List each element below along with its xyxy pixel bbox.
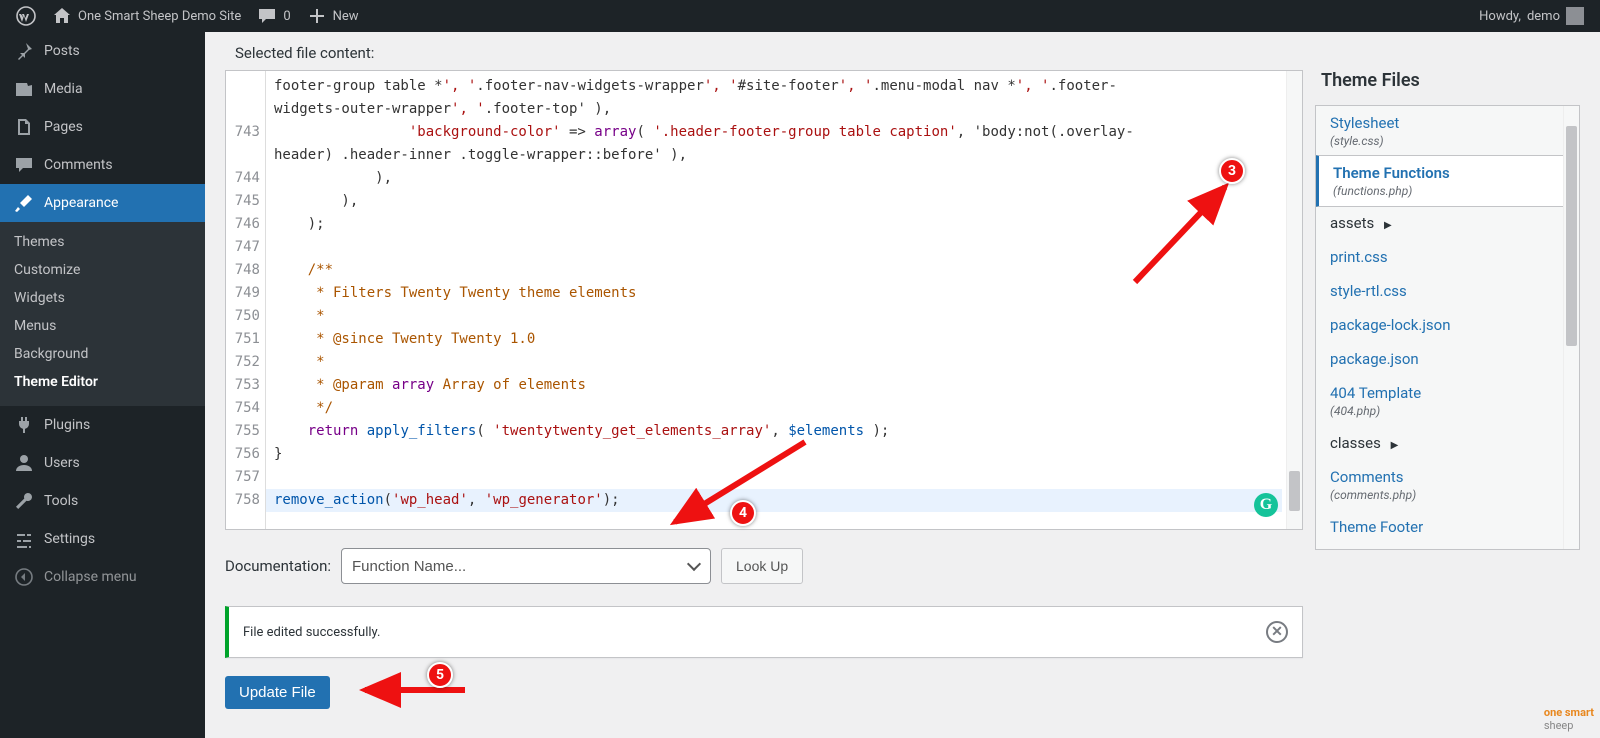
update-file-button[interactable]: Update File	[225, 676, 330, 709]
sub-item-widgets[interactable]: Widgets	[0, 284, 205, 312]
appearance-submenu: Themes Customize Widgets Menus Backgroun…	[0, 222, 205, 406]
sidebar-item-label: Users	[44, 455, 194, 471]
file-item-package-json[interactable]: package.json	[1316, 342, 1579, 376]
sidebar-item-label: Collapse menu	[44, 569, 194, 585]
sidebar-item-users[interactable]: Users	[0, 444, 205, 482]
file-item-assets[interactable]: assets ▶	[1316, 206, 1579, 240]
sub-item-customize[interactable]: Customize	[0, 256, 205, 284]
howdy[interactable]: Howdy, demo	[1471, 0, 1592, 32]
sidebar-item-label: Plugins	[44, 417, 194, 433]
sidebar-item-collapse[interactable]: Collapse menu	[0, 558, 205, 596]
grammarly-badge[interactable]: G	[1254, 493, 1278, 517]
file-item-print-css[interactable]: print.css	[1316, 240, 1579, 274]
howdy-user: demo	[1527, 9, 1560, 24]
editor-scrollbar[interactable]	[1286, 71, 1302, 529]
new-label: New	[333, 9, 359, 24]
sidebar-item-posts[interactable]: Posts	[0, 32, 205, 70]
sub-item-background[interactable]: Background	[0, 340, 205, 368]
files-scrollbar[interactable]	[1563, 106, 1579, 549]
annotation-badge-5: 5	[427, 662, 453, 688]
home-icon	[52, 6, 72, 26]
sliders-icon	[14, 529, 34, 549]
site-home[interactable]: One Smart Sheep Demo Site	[44, 0, 249, 32]
admin-sidebar: Posts Media Pages Comments Appearance Th…	[0, 32, 205, 738]
selected-file-heading: Selected file content:	[225, 32, 1580, 70]
sidebar-item-tools[interactable]: Tools	[0, 482, 205, 520]
site-name: One Smart Sheep Demo Site	[78, 9, 241, 24]
sub-item-menus[interactable]: Menus	[0, 312, 205, 340]
avatar	[1566, 7, 1584, 25]
wrench-icon	[14, 491, 34, 511]
annotation-badge-3: 3	[1219, 158, 1245, 184]
sidebar-item-plugins[interactable]: Plugins	[0, 406, 205, 444]
chevron-right-icon: ▶	[1391, 440, 1399, 451]
theme-files-heading: Theme Files	[1315, 70, 1580, 105]
sidebar-item-label: Pages	[44, 119, 194, 135]
comments-bubble[interactable]: 0	[249, 0, 298, 32]
sub-item-themes[interactable]: Themes	[0, 228, 205, 256]
pages-icon	[14, 117, 34, 137]
chevron-right-icon: ▶	[1384, 220, 1392, 231]
plug-icon	[14, 415, 34, 435]
media-icon	[14, 79, 34, 99]
user-icon	[14, 453, 34, 473]
file-item-package-lock-json[interactable]: package-lock.json	[1316, 308, 1579, 342]
pin-icon	[14, 41, 34, 61]
new-content[interactable]: New	[299, 0, 367, 32]
brush-icon	[14, 193, 34, 213]
sidebar-item-media[interactable]: Media	[0, 70, 205, 108]
file-item-404-template[interactable]: 404 Template(404.php)	[1316, 376, 1579, 426]
sidebar-item-label: Tools	[44, 493, 194, 509]
collapse-icon	[14, 567, 34, 587]
theme-files-list: Stylesheet(style.css)Theme Functions(fun…	[1315, 105, 1580, 550]
lookup-button[interactable]: Look Up	[721, 548, 803, 584]
sidebar-item-label: Posts	[44, 43, 194, 59]
sidebar-item-label: Media	[44, 81, 194, 97]
comments-count: 0	[283, 9, 290, 24]
wordpress-icon	[16, 6, 36, 26]
main-area: Selected file content: 743 7447457467477…	[205, 32, 1600, 738]
documentation-label: Documentation:	[225, 557, 331, 575]
sidebar-item-pages[interactable]: Pages	[0, 108, 205, 146]
documentation-row: Documentation: Function Name... Look Up	[225, 530, 1303, 592]
dismiss-notice-button[interactable]: ✕	[1266, 621, 1288, 643]
file-item-theme-footer[interactable]: Theme Footer	[1316, 510, 1579, 544]
admin-bar: One Smart Sheep Demo Site 0 New Howdy, d…	[0, 0, 1600, 32]
success-notice: File edited successfully. ✕	[225, 606, 1303, 658]
watermark: one smartsheep	[1544, 706, 1594, 732]
annotation-badge-4: 4	[730, 500, 756, 526]
code-content[interactable]: footer-group table *', '.footer-nav-widg…	[266, 71, 1286, 529]
sidebar-item-appearance[interactable]: Appearance	[0, 184, 205, 222]
comment-icon	[14, 155, 34, 175]
notice-text: File edited successfully.	[243, 625, 380, 640]
wp-logo[interactable]	[8, 0, 44, 32]
sub-item-theme-editor[interactable]: Theme Editor	[0, 368, 205, 396]
sidebar-item-label: Settings	[44, 531, 194, 547]
sidebar-item-label: Appearance	[44, 195, 194, 211]
file-item-comments[interactable]: Comments(comments.php)	[1316, 460, 1579, 510]
file-item-style-rtl-css[interactable]: style-rtl.css	[1316, 274, 1579, 308]
file-item-stylesheet[interactable]: Stylesheet(style.css)	[1316, 106, 1579, 156]
sidebar-item-settings[interactable]: Settings	[0, 520, 205, 558]
sidebar-item-label: Comments	[44, 157, 194, 173]
code-editor[interactable]: 743 744745746747748749750751752753754755…	[225, 70, 1303, 530]
documentation-select[interactable]: Function Name...	[341, 548, 711, 584]
plus-icon	[307, 6, 327, 26]
file-item-classes[interactable]: classes ▶	[1316, 426, 1579, 460]
comment-icon	[257, 6, 277, 26]
line-gutter: 743 744745746747748749750751752753754755…	[226, 71, 266, 529]
howdy-prefix: Howdy,	[1479, 9, 1521, 24]
file-item-theme-functions[interactable]: Theme Functions(functions.php)	[1315, 155, 1580, 207]
sidebar-item-comments[interactable]: Comments	[0, 146, 205, 184]
